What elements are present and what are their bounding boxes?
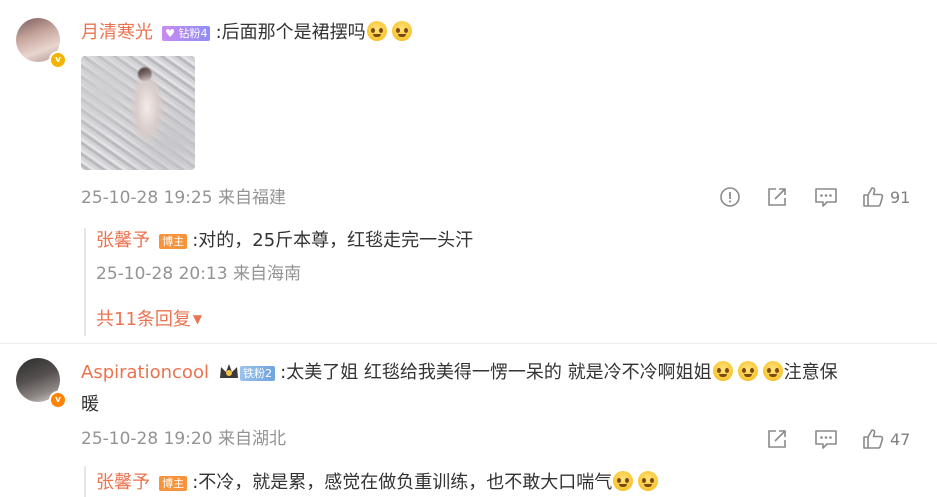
location: 来自湖北 bbox=[217, 429, 286, 449]
reply-username[interactable]: 张馨予 bbox=[96, 472, 150, 493]
share-icon bbox=[768, 188, 786, 206]
sweat-face-emoji-icon bbox=[638, 471, 659, 491]
caret-down-icon: ▼ bbox=[192, 312, 203, 326]
comment-text: :后面那个是裙摆吗 bbox=[215, 22, 366, 43]
comment-meta: 25-10-28 19:25 来自福建 bbox=[81, 187, 286, 209]
smirk-face-emoji-icon bbox=[613, 471, 634, 491]
username[interactable]: Aspirationcool bbox=[81, 362, 209, 383]
crying-face-emoji-icon bbox=[762, 361, 783, 381]
comment-meta: 25-10-28 19:20 来自湖北 bbox=[81, 428, 286, 450]
crying-face-emoji-icon bbox=[712, 361, 733, 381]
comment-header: 月清寒光 ♥ 钻粉4 :后面那个是裙摆吗 bbox=[81, 21, 413, 44]
comment-button[interactable] bbox=[814, 428, 838, 450]
comment-image[interactable] bbox=[81, 56, 195, 170]
reply-text: :对的，25斤本尊，红毯走完一头汗 bbox=[192, 230, 474, 251]
comment-text: :太美了姐 红毯给我美得一愣一呆的 就是冷不冷啊姐姐 bbox=[280, 362, 712, 383]
warning-icon bbox=[720, 187, 740, 207]
crying-face-emoji-icon bbox=[366, 21, 387, 41]
reply-username[interactable]: 张馨予 bbox=[96, 230, 150, 251]
share-icon bbox=[768, 430, 786, 448]
comment-text-continued: 注意保 bbox=[783, 362, 838, 383]
comment-button[interactable] bbox=[814, 186, 838, 208]
thumbs-up-icon bbox=[863, 187, 884, 207]
like-count: 47 bbox=[890, 429, 911, 449]
reply-meta: 25-10-28 20:13 来自海南 bbox=[96, 263, 301, 285]
comment-divider bbox=[0, 343, 937, 344]
like-count: 91 bbox=[890, 187, 911, 207]
share-button[interactable] bbox=[766, 428, 788, 450]
more-replies-label: 共11条回复 bbox=[96, 309, 191, 330]
verified-badge-icon: v bbox=[49, 51, 67, 69]
reply-timestamp: 25-10-28 20:13 bbox=[96, 264, 228, 284]
reply-thread-line bbox=[84, 466, 86, 497]
verified-badge-icon: v bbox=[49, 391, 67, 409]
comment-header: Aspirationcool 铁粉2 :太美了姐 红毯给我美得一愣一呆的 就是冷… bbox=[81, 361, 838, 384]
thumbs-up-icon bbox=[863, 429, 884, 449]
fan-badge-label: 钻粉4 bbox=[178, 27, 208, 40]
reply-header: 张馨予 博主 :不冷，就是累，感觉在做负重训练，也不敢大口喘气 bbox=[96, 471, 659, 494]
crying-face-emoji-icon bbox=[391, 21, 412, 41]
comment-icon bbox=[815, 188, 837, 207]
author-badge: 博主 bbox=[159, 234, 188, 249]
timestamp: 25-10-28 19:20 bbox=[81, 429, 213, 449]
location: 来自福建 bbox=[217, 188, 286, 208]
comment-icon bbox=[815, 430, 837, 449]
like-button[interactable]: 47 bbox=[862, 428, 910, 450]
fan-badge: ♥ 钻粉4 bbox=[162, 26, 211, 41]
timestamp: 25-10-28 19:25 bbox=[81, 188, 213, 208]
crying-face-emoji-icon bbox=[737, 361, 758, 381]
fan-badge: 铁粉2 bbox=[240, 366, 276, 381]
reply-thread-line bbox=[84, 228, 86, 336]
author-badge: 博主 bbox=[159, 476, 188, 491]
report-button[interactable] bbox=[719, 186, 741, 208]
crown-icon bbox=[218, 362, 240, 384]
like-button[interactable]: 91 bbox=[862, 186, 910, 208]
comment-text-line2: 暖 bbox=[81, 394, 99, 415]
heart-icon: ♥ bbox=[165, 27, 175, 40]
reply-text: :不冷，就是累，感觉在做负重训练，也不敢大口喘气 bbox=[192, 472, 613, 493]
reply-location: 来自海南 bbox=[232, 264, 301, 284]
username[interactable]: 月清寒光 bbox=[81, 22, 153, 43]
reply-header: 张馨予 博主 :对的，25斤本尊，红毯走完一头汗 bbox=[96, 230, 473, 252]
more-replies-link[interactable]: 共11条回复 ▼ bbox=[96, 308, 202, 331]
share-button[interactable] bbox=[766, 186, 788, 208]
